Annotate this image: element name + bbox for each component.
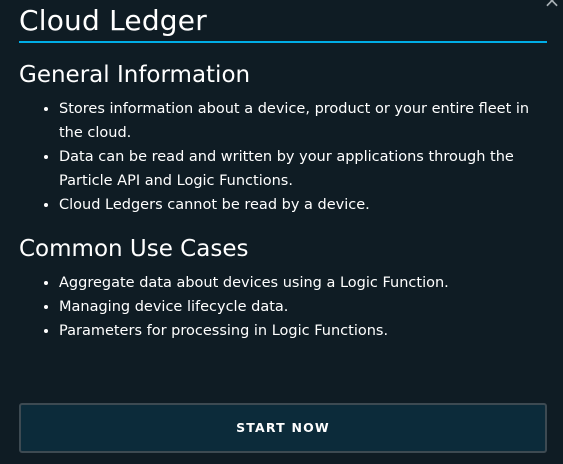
list-item: Stores information about a device, produ… [59, 97, 539, 145]
list-item: Aggregate data about devices using a Log… [59, 271, 539, 295]
cloud-ledger-modal: × Cloud Ledger General Information Store… [0, 0, 563, 464]
start-now-button[interactable]: START NOW [19, 403, 547, 453]
list-item: Cloud Ledgers cannot be read by a device… [59, 193, 539, 217]
general-information-heading: General Information [19, 62, 251, 88]
common-use-cases-list: Aggregate data about devices using a Log… [39, 271, 539, 343]
title-divider [19, 41, 547, 43]
modal-title: Cloud Ledger [19, 4, 207, 37]
common-use-cases-heading: Common Use Cases [19, 236, 249, 262]
list-item: Managing device lifecycle data. [59, 295, 539, 319]
general-information-list: Stores information about a device, produ… [39, 97, 539, 217]
list-item: Parameters for processing in Logic Funct… [59, 319, 539, 343]
list-item: Data can be read and written by your app… [59, 145, 539, 193]
close-icon[interactable]: × [543, 0, 561, 10]
